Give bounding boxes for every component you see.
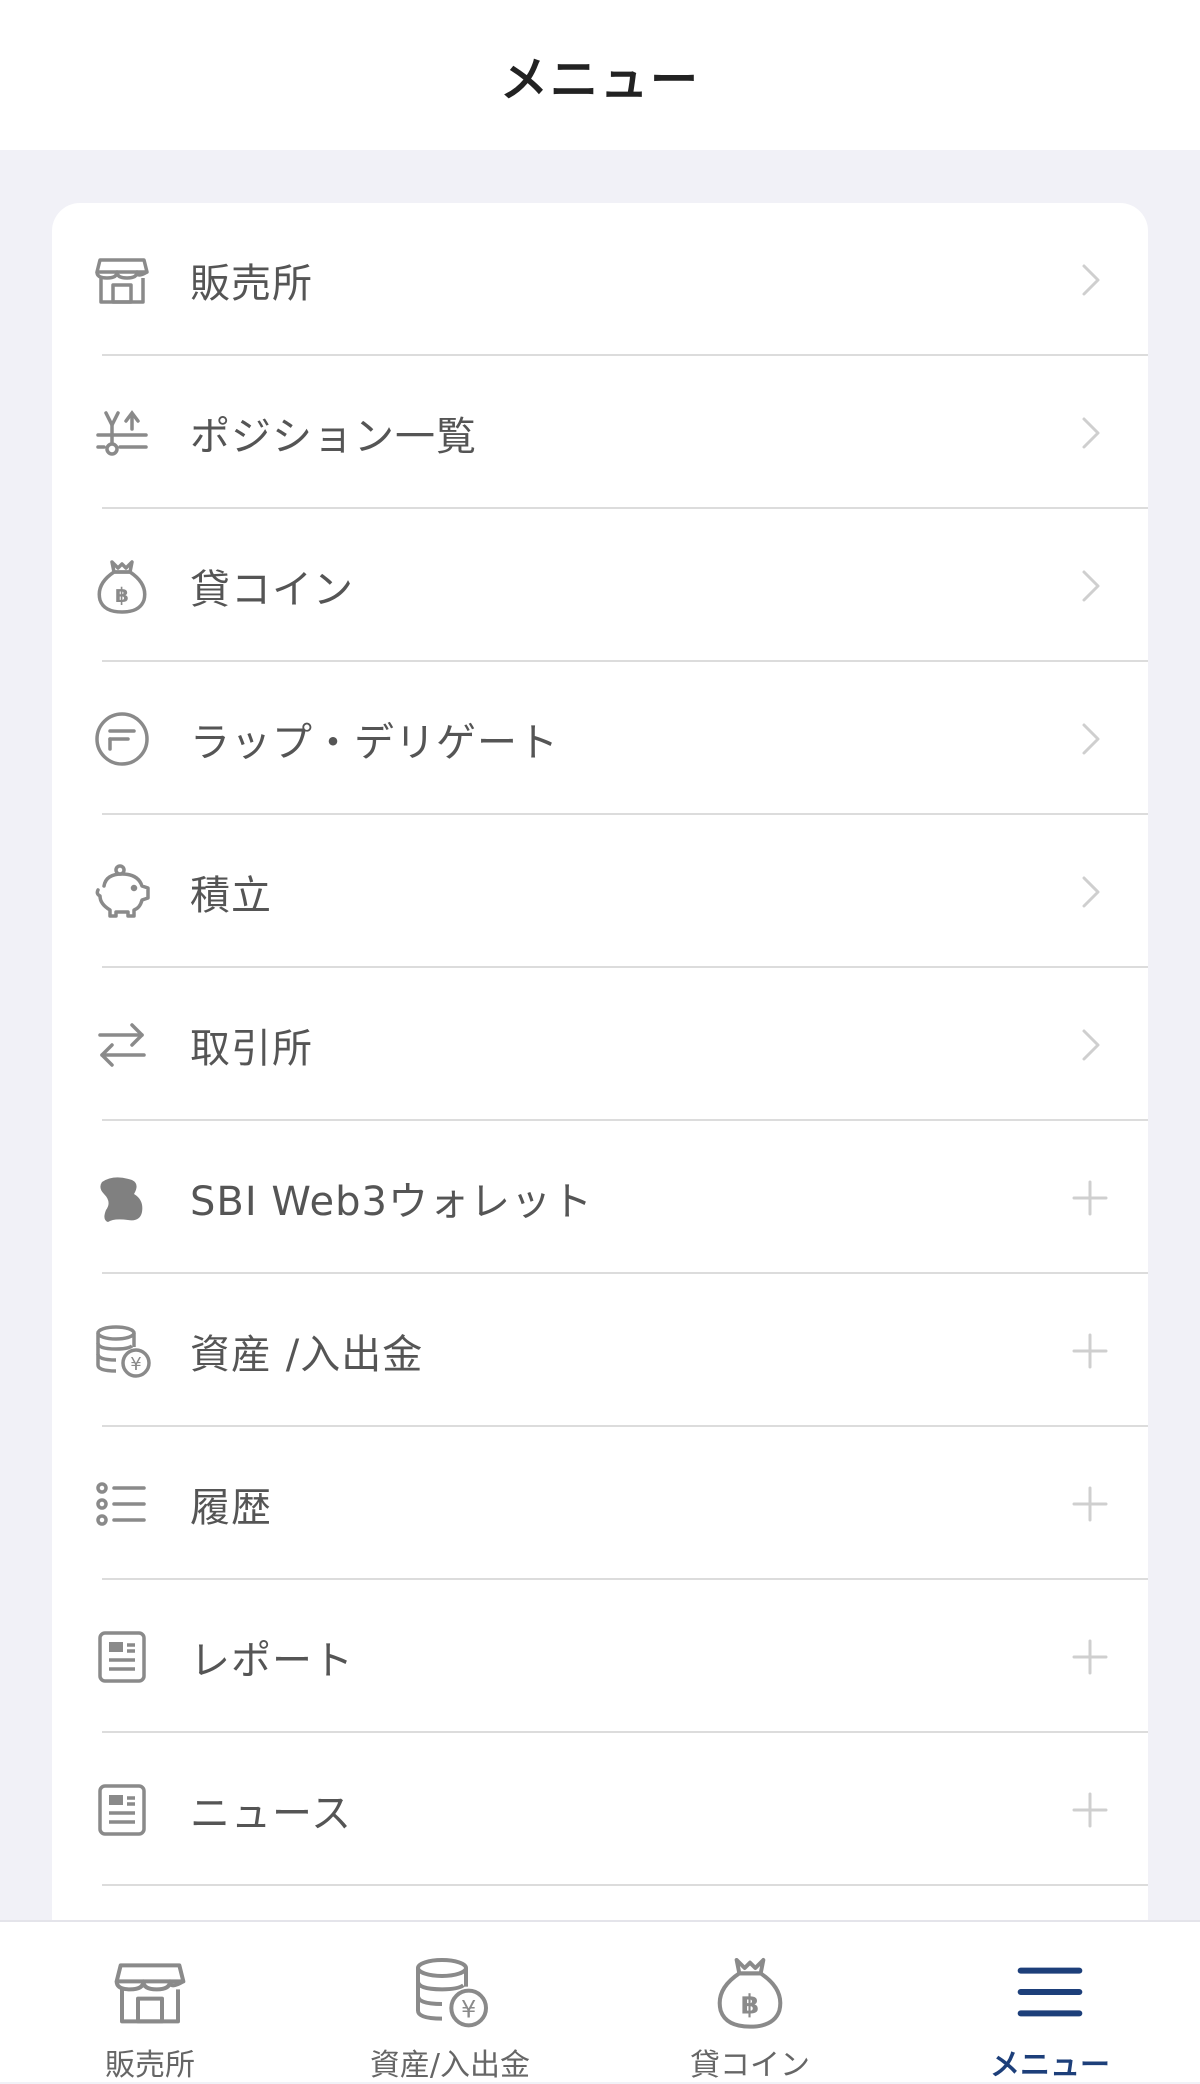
menu-item-lending[interactable]: ฿ 貸コイン [52,509,1148,662]
plus-icon [1068,1482,1112,1526]
svg-text:฿: ฿ [115,583,129,607]
menu-item-label: ポジション一覧 [190,413,477,460]
coin-bag-icon: ฿ [710,1952,790,2032]
chevron-right-icon [1068,411,1112,455]
menu-item-label: 積立 [190,872,272,919]
tab-label: 資産/入出金 [369,2048,531,2083]
news-icon [92,1780,152,1840]
menu-item-news[interactable]: ニュース [52,1733,1148,1886]
exchange-arrows-icon [92,1015,152,1075]
plus-icon [1068,1788,1112,1832]
store-icon [110,1952,190,2032]
tab-label: 販売所 [105,2048,195,2083]
chevron-right-icon [1068,870,1112,914]
list-icon [92,1474,152,1534]
menu-item-assets[interactable]: ¥ 資産 /入出金 [52,1274,1148,1427]
menu-item-label: レポート [190,1637,354,1684]
menu-card: 販売所 ポジション一覧 ฿ 貸コイン ラップ・デリゲート 積立 取引所 SBI … [52,203,1148,2003]
store-icon [92,250,152,310]
tab-menu[interactable]: メニュー [900,1922,1200,2083]
menu-item-label: 取引所 [190,1025,313,1072]
svg-text:฿: ฿ [741,1989,760,2020]
chevron-right-icon [1068,258,1112,302]
coins-yen-icon: ¥ [410,1952,490,2032]
bottom-tab-bar: 販売所 ¥ 資産/入出金 ฿ 貸コイン メニュー [0,1920,1200,2083]
tab-label: 貸コイン [690,2048,810,2083]
document-icon [92,1627,152,1687]
chevron-right-icon [1068,1023,1112,1067]
menu-item-accumulation[interactable]: 積立 [52,815,1148,968]
chevron-right-icon [1068,564,1112,608]
menu-item-label: ニュース [190,1790,352,1837]
menu-item-label: 貸コイン [190,566,354,613]
hamburger-menu-icon [1010,1952,1090,2032]
menu-item-label: ラップ・デリゲート [190,719,559,766]
svg-text:¥: ¥ [130,1354,141,1375]
page-title: メニュー [499,52,700,108]
header-bar: メニュー [0,0,1200,150]
menu-item-label: 販売所 [190,260,313,307]
plus-icon [1068,1176,1112,1220]
menu-item-history[interactable]: 履歴 [52,1427,1148,1580]
menu-item-label: 資産 /入出金 [190,1331,424,1378]
menu-item-positions[interactable]: ポジション一覧 [52,356,1148,509]
menu-item-label: SBI Web3ウォレット [190,1178,593,1225]
menu-item-store[interactable]: 販売所 [52,203,1148,356]
tab-store[interactable]: 販売所 [0,1922,300,2083]
chevron-right-icon [1068,717,1112,761]
tab-assets[interactable]: ¥ 資産/入出金 [300,1922,600,2083]
coin-bag-icon: ฿ [92,556,152,616]
menu-item-label: 履歴 [190,1484,272,1531]
coins-yen-icon: ¥ [92,1321,152,1381]
plus-icon [1068,1635,1112,1679]
piggy-bank-icon [92,862,152,922]
menu-item-wrap-delegate[interactable]: ラップ・デリゲート [52,662,1148,815]
sliders-icon [92,403,152,463]
svg-text:¥: ¥ [461,1995,476,2023]
menu-item-web3-wallet[interactable]: SBI Web3ウォレット [52,1121,1148,1274]
plus-icon [1068,1329,1112,1373]
wrap-icon [92,709,152,769]
tab-label: メニュー [990,2048,1110,2083]
menu-item-report[interactable]: レポート [52,1580,1148,1733]
menu-item-exchange[interactable]: 取引所 [52,968,1148,1121]
wallet-logo-icon [92,1168,152,1228]
tab-lending[interactable]: ฿ 貸コイン [600,1922,900,2083]
